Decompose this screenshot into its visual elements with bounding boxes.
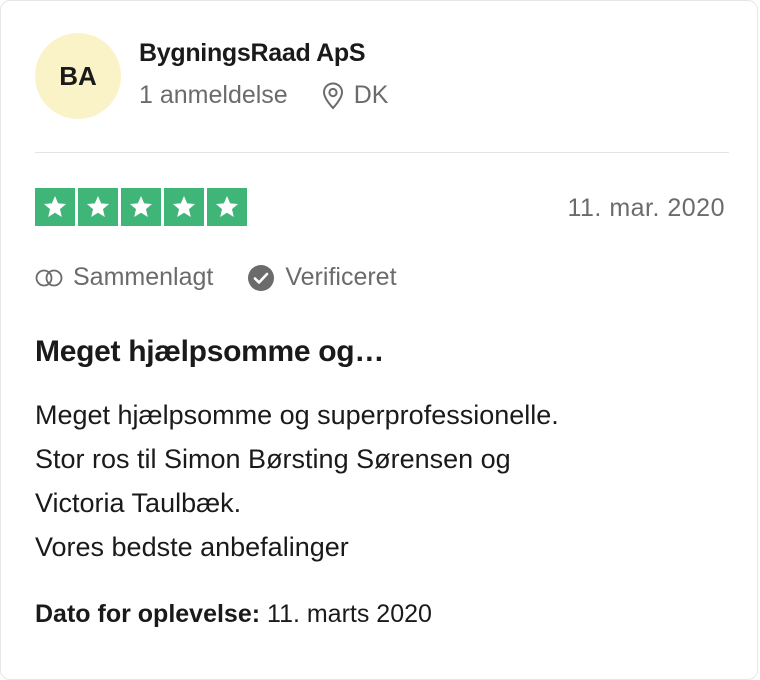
experience-date: Dato for oplevelse: 11. marts 2020 [35,600,432,629]
map-pin-icon [322,81,344,110]
divider [35,152,729,153]
review-title[interactable]: Meget hjælpsomme og… [35,335,384,369]
review-body-line: Vores bedste anbefalinger [35,532,349,562]
reviewer-country: DK [353,81,389,109]
avatar-initials: BA [59,60,97,91]
review-card: BA BygningsRaad ApS 1 anmeldelse DK 11. … [0,0,758,680]
review-body: Meget hjælpsomme og superprofessionelle.… [35,393,725,569]
star-icon [35,188,75,226]
review-badges: Sammenlagt Verificeret [35,263,397,292]
star-icon [121,188,161,226]
star-icon [164,188,204,226]
avatar[interactable]: BA [35,33,121,119]
merged-badge[interactable]: Sammenlagt [35,263,213,292]
experience-date-value: 11. marts 2020 [267,600,432,628]
reviewer-meta: 1 anmeldelse DK [139,81,388,110]
review-date: 11. mar. 2020 [567,194,725,222]
experience-date-label: Dato for oplevelse: [35,600,261,628]
merged-circles-icon [35,269,63,287]
review-body-line: Meget hjælpsomme og superprofessionelle. [35,400,559,430]
verified-badge[interactable]: Verificeret [247,263,397,292]
star-rating [35,188,247,226]
review-body-line: Victoria Taulbæk. [35,488,242,518]
verified-label: Verificeret [285,263,397,291]
star-icon [207,188,247,226]
star-icon [78,188,118,226]
merged-label: Sammenlagt [73,263,214,291]
review-body-line: Stor ros til Simon Børsting Sørensen og [35,444,511,474]
reviewer-name[interactable]: BygningsRaad ApS [139,39,366,68]
review-count: 1 anmeldelse [139,81,288,109]
verified-check-icon [247,264,275,292]
